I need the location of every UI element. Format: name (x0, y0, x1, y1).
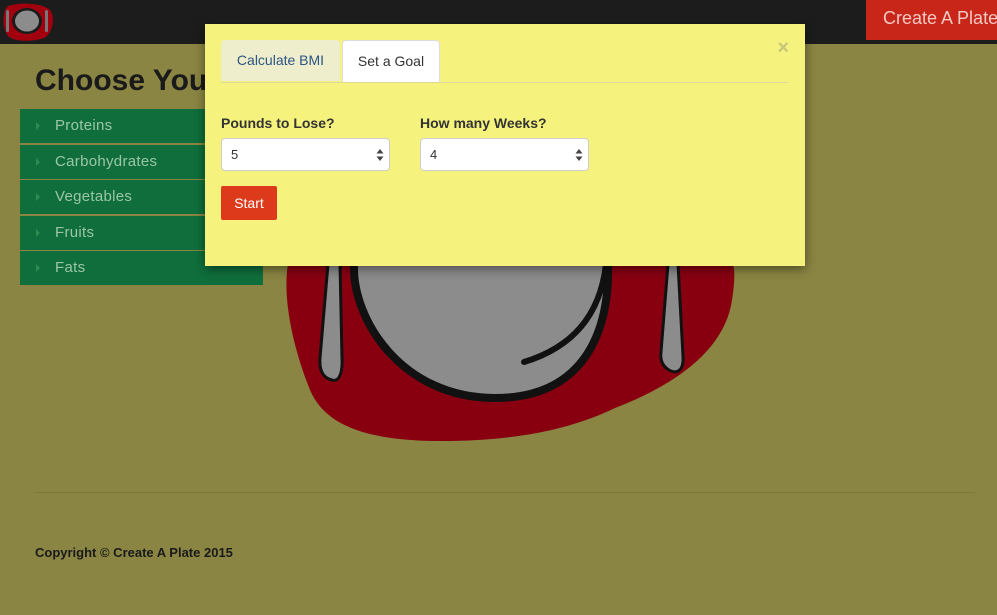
tab-set-a-goal[interactable]: Set a Goal (342, 40, 440, 82)
weeks-select[interactable]: 4 (420, 138, 589, 171)
caret-right-icon (36, 122, 40, 130)
footer-divider (35, 492, 975, 493)
menu-item-label: Fats (55, 259, 86, 276)
menu-item-label: Carbohydrates (55, 152, 158, 170)
select-arrows-icon (575, 149, 583, 161)
menu-item-label: Vegetables (55, 188, 133, 205)
create-a-plate-button[interactable]: Create A Plate (866, 0, 997, 40)
modal-tabs: Calculate BMI Set a Goal (221, 40, 788, 83)
caret-right-icon (36, 157, 40, 166)
menu-item-label: Fruits (55, 223, 95, 241)
pounds-label: Pounds to Lose? (221, 115, 335, 131)
page-title: Choose You (35, 64, 208, 97)
menu-item-label: Proteins (55, 117, 113, 134)
pounds-select[interactable]: 5 (221, 138, 390, 171)
pounds-select-value: 5 (231, 147, 239, 162)
caret-right-icon (36, 264, 40, 272)
plate-logo-icon[interactable] (0, 0, 56, 44)
start-button[interactable]: Start (221, 186, 277, 220)
select-arrows-icon (376, 149, 384, 161)
weeks-label: How many Weeks? (420, 115, 547, 131)
tab-calculate-bmi[interactable]: Calculate BMI (221, 40, 340, 81)
caret-right-icon (36, 228, 40, 237)
goal-modal: × Calculate BMI Set a Goal Pounds to Los… (205, 24, 805, 266)
weeks-select-value: 4 (430, 147, 438, 162)
caret-right-icon (36, 193, 40, 201)
copyright-text: Copyright © Create A Plate 2015 (35, 545, 233, 560)
